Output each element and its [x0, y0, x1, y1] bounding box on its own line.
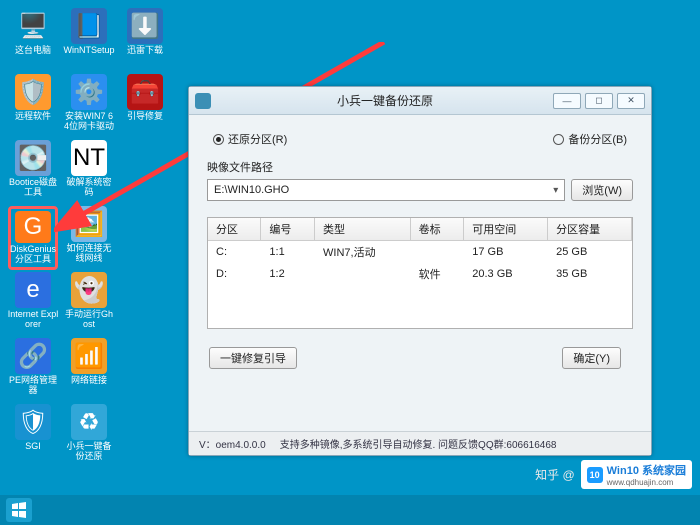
icon-penet-label: PE网络管理器 [7, 376, 59, 396]
icon-ie[interactable]: eInternet Explorer [8, 272, 58, 336]
status-message: 支持多种镜像,多系统引导自动修复. 问题反馈QQ群:606616468 [280, 436, 557, 451]
icon-this-pc[interactable]: 🖥️ 这台电脑 [8, 8, 58, 72]
col-header[interactable]: 类型 [315, 218, 411, 241]
icon-this-pc-label: 这台电脑 [7, 46, 59, 56]
icon-ghost-icon: 👻 [71, 272, 107, 308]
win10-url: www.qdhuajin.com [607, 478, 686, 487]
icon-bootfix-icon: 🧰 [127, 74, 163, 110]
icon-ghost[interactable]: 👻手动运行Ghost [64, 272, 114, 336]
partition-table[interactable]: 分区编号类型卷标可用空间分区容量 C:1:1WIN7,活动17 GB25 GBD… [207, 217, 633, 329]
restore-window: 小兵一键备份还原 — ◻ ✕ 还原分区(R) 备份分区(B) 映像文件路径 [188, 86, 652, 456]
win10-icon: 10 [587, 467, 603, 483]
icon-xiaobing[interactable]: ♻小兵一键备份还原 [64, 404, 114, 468]
radio-backup-label: 备份分区(B) [568, 131, 627, 147]
icon-thunder-label: 迅雷下载 [119, 46, 171, 56]
path-label: 映像文件路径 [207, 159, 633, 175]
icon-bootice[interactable]: 💽Bootice磁盘工具 [8, 140, 58, 204]
icon-penet[interactable]: 🔗PE网络管理器 [8, 338, 58, 402]
icon-penet-icon: 🔗 [15, 338, 51, 374]
icon-winntsetup[interactable]: 📘 WinNTSetup [64, 8, 114, 72]
icon-remote[interactable]: 🛡️ 远程软件 [8, 74, 58, 138]
icon-winntsetup-icon: 📘 [71, 8, 107, 44]
desktop-icon-grid: 🖥️ 这台电脑 📘 WinNTSetup ⬇️ 迅雷下载 🛡️ 远程软件 ⚙️安装WIN7 64… [8, 8, 170, 468]
app-icon [195, 93, 211, 109]
col-header[interactable]: 分区容量 [548, 218, 632, 241]
icon-bootfix[interactable]: 🧰 引导修复 [120, 74, 170, 138]
icon-netlink-label: 网络链接 [63, 376, 115, 386]
icon-ie-icon: e [15, 272, 51, 308]
titlebar[interactable]: 小兵一键备份还原 — ◻ ✕ [189, 87, 651, 115]
boot-fix-button[interactable]: 一键修复引导 [209, 347, 297, 369]
icon-diskgenius-label: DiskGenius分区工具 [7, 245, 59, 265]
start-button[interactable] [6, 498, 32, 522]
icon-win7drv-icon: ⚙️ [71, 74, 107, 110]
col-header[interactable]: 可用空间 [464, 218, 548, 241]
browse-button[interactable]: 浏览(W) [571, 179, 633, 201]
icon-win7drv[interactable]: ⚙️安装WIN7 64位网卡驱动 [64, 74, 114, 138]
maximize-button[interactable]: ◻ [585, 93, 613, 109]
desktop: 🖥️ 这台电脑 📘 WinNTSetup ⬇️ 迅雷下载 🛡️ 远程软件 ⚙️安装WIN7 64… [0, 0, 700, 525]
image-path-select[interactable]: E:\WIN10.GHO [207, 179, 565, 201]
icon-netlink-icon: 📶 [71, 338, 107, 374]
icon-remote-icon: 🛡️ [15, 74, 51, 110]
icon-bootice-icon: 💽 [15, 140, 51, 176]
status-version: V：oem4.0.0.0 [199, 436, 266, 451]
close-button[interactable]: ✕ [617, 93, 645, 109]
icon-sgi-icon: 🛡 [15, 404, 51, 440]
radio-backup[interactable]: 备份分区(B) [553, 131, 627, 147]
icon-sgi-label: SGI [7, 442, 59, 452]
taskbar[interactable] [0, 495, 700, 525]
col-header[interactable]: 卷标 [410, 218, 464, 241]
icon-bootice-label: Bootice磁盘工具 [7, 178, 59, 198]
ok-button[interactable]: 确定(Y) [562, 347, 621, 369]
icon-diskgenius-icon: G [15, 211, 51, 243]
table-row[interactable]: C:1:1WIN7,活动17 GB25 GB [208, 241, 632, 264]
minimize-button[interactable]: — [553, 93, 581, 109]
col-header[interactable]: 编号 [261, 218, 315, 241]
icon-crack-label: 破解系统密码 [63, 178, 115, 198]
icon-crack-icon: NT [71, 140, 107, 176]
icon-xiaobing-icon: ♻ [71, 404, 107, 440]
win10-badge: 10 Win10 系统家园 www.qdhuajin.com [581, 460, 692, 489]
icon-this-pc-icon: 🖥️ [15, 8, 51, 44]
watermark: 知乎 @ 10 Win10 系统家园 www.qdhuajin.com [535, 460, 692, 489]
icon-xiaobing-label: 小兵一键备份还原 [63, 442, 115, 462]
win10-title: Win10 系统家园 [607, 462, 686, 478]
icon-wifi-label: 如何连接无线网线 [63, 244, 115, 264]
icon-netlink[interactable]: 📶 网络链接 [64, 338, 114, 402]
icon-win7drv-label: 安装WIN7 64位网卡驱动 [63, 112, 115, 132]
icon-wifi[interactable]: 🖼️如何连接无线网线 [64, 206, 114, 270]
icon-ie-label: Internet Explorer [7, 310, 59, 330]
icon-winntsetup-label: WinNTSetup [63, 46, 115, 56]
image-path-value: E:\WIN10.GHO [214, 184, 289, 196]
radio-dot-icon [553, 134, 564, 145]
zhihu-mark: 知乎 @ [535, 466, 575, 483]
icon-thunder-icon: ⬇️ [127, 8, 163, 44]
icon-ghost-label: 手动运行Ghost [63, 310, 115, 330]
radio-restore-label: 还原分区(R) [228, 131, 287, 147]
icon-thunder[interactable]: ⬇️ 迅雷下载 [120, 8, 170, 72]
window-body: 还原分区(R) 备份分区(B) 映像文件路径 E:\WIN10.GHO 浏览(W… [189, 115, 651, 379]
icon-remote-label: 远程软件 [7, 112, 59, 122]
window-title: 小兵一键备份还原 [217, 92, 553, 109]
radio-dot-icon [213, 134, 224, 145]
icon-crack[interactable]: NT破解系统密码 [64, 140, 114, 204]
table-row[interactable]: D:1:2软件20.3 GB35 GB [208, 263, 632, 285]
icon-bootfix-label: 引导修复 [119, 112, 171, 122]
col-header[interactable]: 分区 [208, 218, 261, 241]
statusbar: V：oem4.0.0.0 支持多种镜像,多系统引导自动修复. 问题反馈QQ群:6… [189, 431, 651, 455]
icon-sgi[interactable]: 🛡 SGI [8, 404, 58, 468]
icon-diskgenius[interactable]: GDiskGenius分区工具 [8, 206, 58, 270]
icon-wifi-icon: 🖼️ [71, 206, 107, 242]
radio-restore[interactable]: 还原分区(R) [213, 131, 287, 147]
